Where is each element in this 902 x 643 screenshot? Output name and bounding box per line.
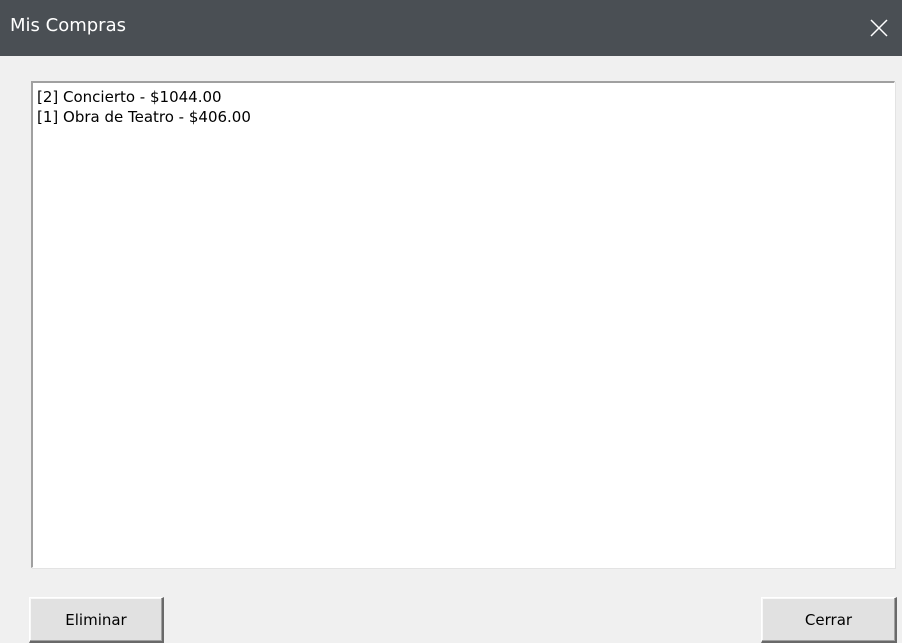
title-bar: Mis Compras [0, 0, 902, 56]
purchases-list: [2] Concierto - $1044.00 [1] Obra de Tea… [37, 87, 890, 127]
eliminar-button[interactable]: Eliminar [29, 597, 164, 643]
close-icon [870, 19, 888, 37]
list-item-purchase-2[interactable]: [2] Concierto - $1044.00 [37, 87, 890, 107]
purchases-listbox[interactable]: [2] Concierto - $1044.00 [1] Obra de Tea… [31, 81, 895, 568]
list-item-purchase-1[interactable]: [1] Obra de Teatro - $406.00 [37, 107, 890, 127]
mis-compras-window: Mis Compras [2] Concierto - $1044.00 [1]… [0, 0, 902, 643]
cerrar-button[interactable]: Cerrar [761, 597, 897, 643]
close-button[interactable] [856, 0, 902, 56]
window-title: Mis Compras [10, 15, 126, 36]
